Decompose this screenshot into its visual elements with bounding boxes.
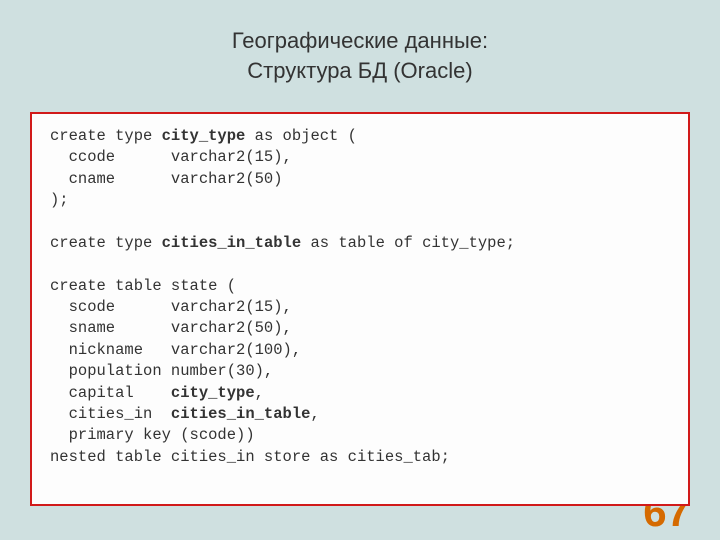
title-line-1: Географические данные: — [0, 26, 720, 56]
code-line: nickname varchar2(100), — [50, 341, 301, 359]
code-line: scode varchar2(15), — [50, 298, 292, 316]
code-line: ); — [50, 191, 69, 209]
code-line: cities_in — [50, 405, 171, 423]
code-line: , — [255, 384, 264, 402]
code-line: primary key (scode)) — [50, 426, 255, 444]
code-line: sname varchar2(50), — [50, 319, 292, 337]
slide-title: Географические данные: Структура БД (Ora… — [0, 0, 720, 103]
code-line: cname varchar2(50) — [50, 170, 283, 188]
code-line: population number(30), — [50, 362, 273, 380]
code-line: capital — [50, 384, 171, 402]
code-line: as table of city_type; — [301, 234, 515, 252]
code-line: create table state ( — [50, 277, 236, 295]
code-line: nested table cities_in store as cities_t… — [50, 448, 450, 466]
title-line-2: Структура БД (Oracle) — [0, 56, 720, 86]
code-line: ccode varchar2(15), — [50, 148, 292, 166]
code-line: , — [310, 405, 319, 423]
code-bold: city_type — [162, 127, 246, 145]
code-line: create type — [50, 127, 162, 145]
code-bold: cities_in_table — [171, 405, 311, 423]
code-line: as object ( — [245, 127, 357, 145]
code-line: create type — [50, 234, 162, 252]
sql-code-block: create type city_type as object ( ccode … — [30, 112, 690, 506]
code-bold: cities_in_table — [162, 234, 302, 252]
code-bold: city_type — [171, 384, 255, 402]
